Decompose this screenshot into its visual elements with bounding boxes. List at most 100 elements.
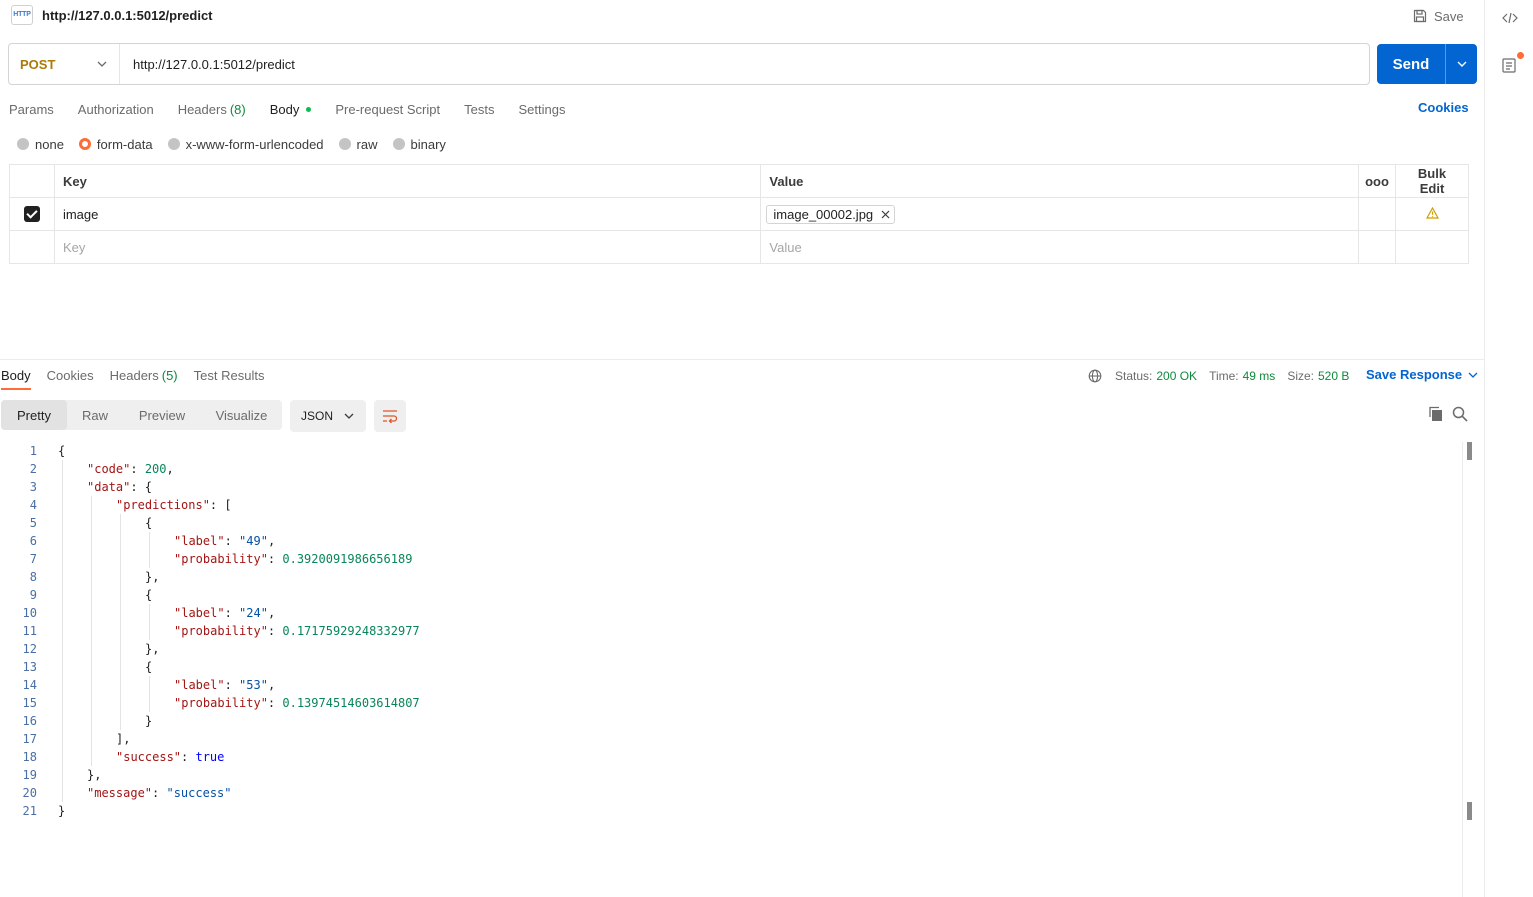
code-text: "label": "53", — [174, 676, 275, 694]
copy-icon[interactable] — [1428, 406, 1444, 422]
code-token: : — [224, 606, 240, 620]
code-text: "code": 200, — [87, 460, 174, 478]
code-token: : — [267, 624, 283, 638]
radio-raw[interactable]: raw — [338, 137, 378, 152]
format-select[interactable]: JSON — [290, 400, 366, 432]
postman-window: HTTP http://127.0.0.1:5012/predict Save … — [0, 0, 1533, 897]
response-tab-headers[interactable]: Headers (5) — [110, 368, 178, 390]
globe-icon[interactable] — [1088, 369, 1102, 383]
indent-guide — [62, 640, 63, 658]
view-pretty[interactable]: Pretty — [1, 400, 67, 430]
code-text: "label": "24", — [174, 604, 275, 622]
view-preview[interactable]: Preview — [123, 400, 201, 430]
code-token: } — [145, 714, 153, 728]
code-token: }, — [145, 642, 160, 656]
tab-settings[interactable]: Settings — [518, 99, 565, 119]
body-mode-radios: none form-data x-www-form-urlencoded raw… — [17, 136, 461, 152]
indent-guide — [91, 568, 92, 586]
tab-authorization[interactable]: Authorization — [78, 99, 154, 119]
scrollbar-marker-bottom[interactable] — [1467, 802, 1472, 820]
code-snippet-icon[interactable] — [1501, 9, 1519, 27]
empty-cell — [1358, 230, 1396, 264]
code-token: { — [145, 660, 153, 674]
send-button[interactable]: Send — [1377, 44, 1477, 84]
code-token: 0.17175929248332977 — [282, 624, 420, 638]
status-value[interactable]: 200 OK — [1156, 369, 1197, 383]
warning-icon[interactable] — [1425, 206, 1439, 219]
response-tab-test-results[interactable]: Test Results — [194, 368, 265, 390]
line-number: 4 — [29, 498, 37, 512]
tab-label: Test Results — [193, 368, 265, 383]
radio-none[interactable]: none — [17, 137, 64, 152]
response-divider — [0, 359, 1484, 360]
scrollbar-marker-top[interactable] — [1467, 442, 1472, 460]
tab-label: Headers — [177, 101, 227, 117]
documentation-icon[interactable] — [1501, 56, 1517, 74]
tab-label: Body — [269, 101, 300, 117]
key-input[interactable]: Key — [53, 230, 762, 264]
line-number: 21 — [22, 804, 37, 818]
code-text: "predictions": [ — [116, 496, 232, 514]
response-body-viewer[interactable]: 1{2 "code": 200, 3 "data": {4 "predictions":… — [0, 442, 1462, 820]
close-icon[interactable] — [881, 210, 890, 219]
request-title[interactable]: http://127.0.0.1:5012/predict — [42, 8, 213, 23]
code-line: 14 "label": "53", — [0, 676, 1462, 694]
bulk-edit-button[interactable]: Bulk Edit — [1395, 164, 1469, 198]
view-visualize[interactable]: Visualize — [201, 400, 282, 430]
radio-x-www-form-urlencoded[interactable]: x-www-form-urlencoded — [167, 137, 324, 152]
empty-check-cell — [9, 230, 55, 264]
value-cell[interactable]: image_00002.jpg — [760, 197, 1360, 231]
tab-tests[interactable]: Tests — [464, 99, 494, 119]
method-select[interactable]: POST — [9, 44, 120, 84]
more-options-button[interactable]: ooo — [1358, 164, 1396, 198]
table-header-row: Key Value ooo Bulk Edit — [9, 164, 1469, 198]
radio-circle — [167, 138, 180, 150]
code-line: 10 "label": "24", — [0, 604, 1462, 622]
row-enabled-checkbox[interactable] — [9, 197, 55, 231]
indent-guide — [91, 550, 92, 568]
cookies-link[interactable]: Cookies — [1418, 100, 1469, 115]
headers-count: (5) — [161, 368, 178, 383]
scrollbar-track[interactable] — [1462, 442, 1463, 897]
code-token: "24" — [239, 606, 268, 620]
response-tab-cookies[interactable]: Cookies — [47, 368, 94, 390]
wrap-lines-button[interactable] — [374, 400, 406, 432]
tab-params[interactable]: Params — [9, 99, 54, 119]
indent-guide — [62, 748, 63, 766]
empty-cell — [1395, 230, 1469, 264]
size-value[interactable]: 520 B — [1318, 369, 1349, 383]
indent-guide — [149, 676, 150, 694]
tab-headers[interactable]: Headers (8) — [178, 99, 246, 119]
key-cell[interactable]: image — [53, 197, 762, 231]
line-number: 17 — [22, 732, 37, 746]
line-number: 5 — [29, 516, 37, 530]
tab-pre-request-script[interactable]: Pre-request Script — [335, 99, 440, 119]
code-token: 0.13974514603614807 — [282, 696, 420, 710]
indent-guide — [62, 622, 63, 640]
radio-binary[interactable]: binary — [392, 137, 446, 152]
code-token: : — [224, 678, 240, 692]
send-options-button[interactable] — [1445, 44, 1477, 84]
code-token: : — [224, 534, 240, 548]
save-response-button[interactable]: Save Response — [1366, 367, 1478, 382]
code-token: "success" — [166, 786, 232, 800]
time-value[interactable]: 49 ms — [1243, 369, 1276, 383]
code-token: "code" — [87, 462, 131, 476]
chevron-down-icon — [97, 61, 107, 67]
indent-guide — [91, 622, 92, 640]
value-input[interactable]: Value — [760, 230, 1360, 264]
code-token: , — [267, 606, 276, 620]
code-line: 6 "label": "49", — [0, 532, 1462, 550]
url-input[interactable]: http://127.0.0.1:5012/predict — [120, 57, 295, 72]
tab-body[interactable]: Body — [270, 99, 312, 119]
response-tab-body[interactable]: Body — [1, 368, 31, 390]
code-token: "probability" — [174, 696, 268, 710]
search-icon[interactable] — [1452, 406, 1468, 422]
view-raw[interactable]: Raw — [67, 400, 123, 430]
tab-label: Cookies — [46, 368, 94, 383]
code-token: "message" — [87, 786, 153, 800]
request-tabs: Params Authorization Headers (8) Body Pre… — [9, 99, 589, 119]
save-button[interactable]: Save — [1412, 6, 1464, 26]
radio-form-data[interactable]: form-data — [78, 137, 153, 152]
line-number: 15 — [22, 696, 37, 710]
